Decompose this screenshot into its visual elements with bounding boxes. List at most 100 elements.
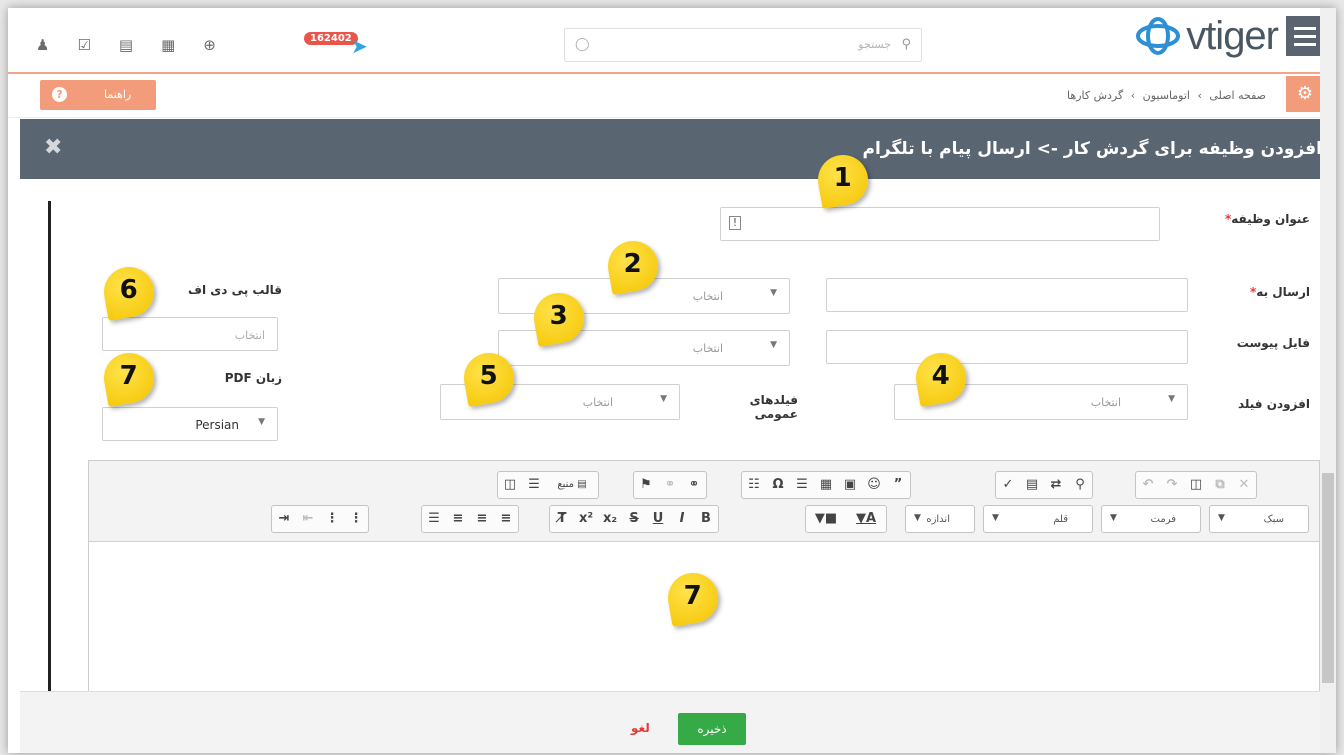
clipboard-group: ↶ ↷ ◫ ⧉ ✕ bbox=[1135, 471, 1257, 499]
align-left-icon[interactable]: ≡ bbox=[494, 506, 518, 532]
align-justify-icon[interactable]: ☰ bbox=[422, 506, 446, 532]
chevron-down-icon: ▼ bbox=[660, 394, 667, 404]
modal-title: افزودن وظیفه برای گردش کار -> ارسال پیام… bbox=[862, 139, 1323, 159]
template-icon[interactable]: ☰ bbox=[522, 472, 546, 498]
help-icon: ? bbox=[52, 87, 67, 102]
paste-icon[interactable]: ◫ bbox=[1184, 472, 1208, 498]
help-button[interactable]: ? راهنما bbox=[40, 80, 156, 110]
vtiger-logo[interactable]: vtiger bbox=[1134, 14, 1279, 58]
logo-text: vtiger bbox=[1186, 14, 1279, 58]
spellcheck-icon[interactable]: ✓ bbox=[996, 472, 1020, 498]
add-field-label: افزودن فیلد bbox=[1237, 397, 1310, 411]
calendar-icon[interactable]: ▦ bbox=[161, 36, 175, 54]
format-combo[interactable]: فرمت ▼ bbox=[1101, 505, 1201, 533]
blockquote-icon[interactable]: ” bbox=[886, 472, 910, 498]
menu-toggle-button[interactable] bbox=[1286, 16, 1324, 56]
smiley-icon[interactable]: ☺ bbox=[862, 472, 886, 498]
undo-icon[interactable]: ↶ bbox=[1136, 472, 1160, 498]
chevron-down-icon: ▼ bbox=[770, 288, 777, 298]
size-combo[interactable]: اندازه ▼ bbox=[905, 505, 975, 533]
unlink-icon[interactable]: ⚭ bbox=[658, 472, 682, 498]
send-to-label: ارسال به* bbox=[1250, 285, 1310, 299]
bold-icon[interactable]: B bbox=[694, 506, 718, 532]
help-label: راهنما bbox=[104, 88, 132, 101]
select-all-icon[interactable]: ▤ bbox=[1020, 472, 1044, 498]
numbered-list-icon[interactable]: ⋮ bbox=[344, 506, 368, 532]
cancel-link[interactable]: لغو bbox=[631, 721, 650, 735]
telegram-icon[interactable]: ➤ bbox=[351, 34, 368, 58]
field-info-icon: ! bbox=[729, 216, 741, 230]
horizontal-line-icon[interactable]: ☰ bbox=[790, 472, 814, 498]
preview-icon[interactable]: ◫ bbox=[498, 472, 522, 498]
search-placeholder: جستجو bbox=[858, 38, 891, 51]
image-icon[interactable]: ▣ bbox=[838, 472, 862, 498]
superscript-icon[interactable]: x² bbox=[574, 506, 598, 532]
redo-icon[interactable]: ↷ bbox=[1160, 472, 1184, 498]
font-combo-label: قلم bbox=[1053, 514, 1068, 525]
breadcrumb-home[interactable]: صفحه اصلی bbox=[1209, 89, 1266, 102]
chevron-down-icon: ▼ bbox=[1218, 513, 1225, 523]
scrollbar-thumb[interactable] bbox=[1322, 473, 1334, 683]
user-icon[interactable]: ♟ bbox=[36, 36, 49, 54]
outdent-icon[interactable]: ⇤ bbox=[296, 506, 320, 532]
modal-body: عنوان وظیفه* ! ارسال به* انتخاب ▼ فایل پ… bbox=[20, 151, 1336, 710]
send-to-input[interactable] bbox=[826, 278, 1188, 312]
tasks-icon[interactable]: ☑ bbox=[77, 36, 90, 54]
insert-media-icon[interactable]: ☷ bbox=[742, 472, 766, 498]
bg-color-icon[interactable]: ▼■ bbox=[806, 506, 846, 532]
align-center-icon[interactable]: ≡ bbox=[470, 506, 494, 532]
task-title-input[interactable]: ! bbox=[720, 207, 1160, 241]
style-combo[interactable]: سبک ▼ bbox=[1209, 505, 1309, 533]
pdf-template-label: قالب پی دی اف bbox=[188, 283, 282, 297]
close-icon[interactable]: ✖ bbox=[44, 135, 62, 160]
search-input[interactable]: ◯ جستجو ⚲ bbox=[564, 28, 922, 62]
special-char-icon[interactable]: Ω bbox=[766, 472, 790, 498]
add-icon[interactable]: ⊕ bbox=[203, 36, 216, 54]
link-group: ⚑ ⚭ ⚭ bbox=[633, 471, 707, 499]
pdf-template-input[interactable]: انتخاب bbox=[102, 317, 278, 351]
align-right-icon[interactable]: ≡ bbox=[446, 506, 470, 532]
replace-icon[interactable]: ⇄ bbox=[1044, 472, 1068, 498]
breadcrumb-automation[interactable]: اتوماسیون bbox=[1143, 89, 1190, 102]
color-group: ▼■ ▼A bbox=[805, 505, 887, 533]
copy-icon[interactable]: ⧉ bbox=[1208, 472, 1232, 498]
breadcrumb-workflows[interactable]: گردش کارها bbox=[1067, 89, 1123, 102]
anchor-icon[interactable]: ⚑ bbox=[634, 472, 658, 498]
remove-format-icon[interactable]: T̸ bbox=[550, 506, 574, 532]
send-to-select-value: انتخاب bbox=[692, 290, 723, 303]
underline-icon[interactable]: U bbox=[646, 506, 670, 532]
left-divider bbox=[48, 201, 51, 693]
search-options-icon[interactable]: ◯ bbox=[575, 37, 590, 52]
italic-icon[interactable]: I bbox=[670, 506, 694, 532]
find-group: ✓ ▤ ⇄ ⚲ bbox=[995, 471, 1093, 499]
callout-6: 6 bbox=[100, 263, 158, 321]
top-navbar: ♟ ☑ ▤ ▦ ⊕ 162402 ➤ ◯ جستجو ⚲ vtiger bbox=[8, 8, 1336, 74]
callout-7-language: 7 bbox=[100, 349, 158, 407]
reports-icon[interactable]: ▤ bbox=[119, 36, 133, 54]
source-button[interactable]: منبع ▤ bbox=[546, 472, 598, 498]
attachment-select-value: انتخاب bbox=[692, 342, 723, 355]
save-button[interactable]: ذخیره bbox=[678, 713, 746, 745]
pdf-language-select[interactable]: Persian ▼ bbox=[102, 407, 278, 441]
indent-icon[interactable]: ⇥ bbox=[272, 506, 296, 532]
modal-header: ✖ افزودن وظیفه برای گردش کار -> ارسال پی… bbox=[20, 119, 1336, 179]
font-combo[interactable]: قلم ▼ bbox=[983, 505, 1093, 533]
page-scrollbar[interactable] bbox=[1320, 8, 1336, 753]
subscript-icon[interactable]: x₂ bbox=[598, 506, 622, 532]
link-icon[interactable]: ⚭ bbox=[682, 472, 706, 498]
notification-badge[interactable]: 162402 bbox=[304, 32, 358, 45]
bulleted-list-icon[interactable]: ⋮ bbox=[320, 506, 344, 532]
table-icon[interactable]: ▦ bbox=[814, 472, 838, 498]
breadcrumb-separator: › bbox=[1130, 89, 1136, 102]
cut-icon[interactable]: ✕ bbox=[1232, 472, 1256, 498]
align-group: ☰ ≡ ≡ ≡ bbox=[421, 505, 519, 533]
settings-gear-icon[interactable]: ⚙ bbox=[1286, 76, 1324, 112]
basic-style-group: T̸ x² x₂ S U I B bbox=[549, 505, 719, 533]
source-group: ◫ ☰ منبع ▤ bbox=[497, 471, 599, 499]
editor-toolbar: ↶ ↷ ◫ ⧉ ✕ ✓ ▤ ⇄ ⚲ ☷ Ω ☰ ▦ ▣ ☺ ” ⚑ ⚭ ⚭ ◫ … bbox=[89, 461, 1319, 542]
attachment-input[interactable] bbox=[826, 330, 1188, 364]
pdf-template-placeholder: انتخاب bbox=[234, 329, 265, 342]
find-icon[interactable]: ⚲ bbox=[1068, 472, 1092, 498]
text-color-icon[interactable]: ▼A bbox=[846, 506, 886, 532]
strike-icon[interactable]: S bbox=[622, 506, 646, 532]
